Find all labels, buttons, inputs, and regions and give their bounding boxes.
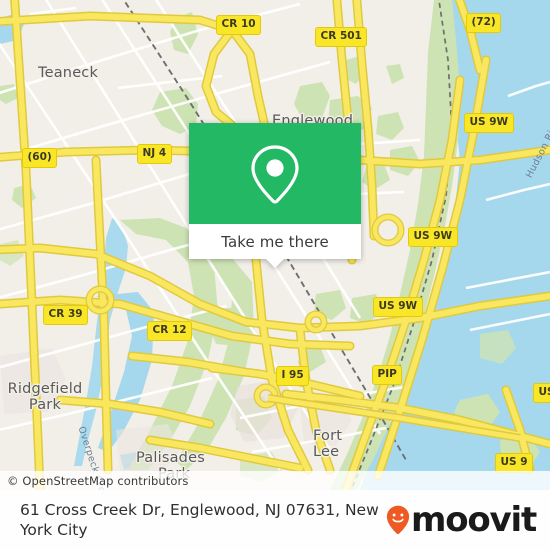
- map-pin-icon: [251, 144, 299, 204]
- road-shield-us-9w-north[interactable]: US 9W: [464, 113, 514, 133]
- take-me-there-label: Take me there: [221, 232, 329, 251]
- road-shield-us-9w-mid[interactable]: US 9W: [408, 227, 458, 247]
- moovit-pin-icon: [386, 505, 410, 535]
- road-shield-pip[interactable]: PIP: [372, 365, 403, 385]
- map-canvas[interactable]: Teaneck Englewood Ridgefield Park Palisa…: [0, 0, 550, 490]
- take-me-there-button[interactable]: Take me there: [189, 224, 361, 268]
- road-shield-i-95[interactable]: I 95: [276, 366, 310, 386]
- openstreetmap-attribution-text[interactable]: © OpenStreetMap contributors: [7, 474, 188, 488]
- road-shield-60[interactable]: (60): [22, 148, 58, 168]
- popup-card-tail: [266, 259, 284, 268]
- road-shield-nj-4[interactable]: NJ 4: [137, 144, 172, 164]
- destination-popup-card[interactable]: Take me there: [189, 123, 361, 268]
- moovit-map-page: Teaneck Englewood Ridgefield Park Palisa…: [0, 0, 550, 550]
- road-shield-us-9w-south[interactable]: US 9W: [373, 297, 423, 317]
- road-shield-cr-12[interactable]: CR 12: [147, 321, 193, 341]
- road-shield-us-9[interactable]: US 9: [495, 453, 534, 473]
- address-text: 61 Cross Creek Dr, Englewood, NJ 07631, …: [20, 500, 379, 539]
- popup-card-header: [189, 123, 361, 224]
- road-shield-cr-39[interactable]: CR 39: [43, 305, 89, 325]
- bottom-info-bar: 61 Cross Creek Dr, Englewood, NJ 07631, …: [0, 490, 550, 550]
- road-shield-us-edge[interactable]: US: [533, 383, 550, 403]
- road-shield-cr-10[interactable]: CR 10: [216, 15, 262, 35]
- moovit-logo[interactable]: moovit: [386, 500, 537, 540]
- road-shield-cr-501[interactable]: CR 501: [315, 27, 368, 47]
- road-shield-72[interactable]: (72): [466, 13, 502, 33]
- moovit-wordmark: moovit: [410, 500, 537, 540]
- map-attribution-bar: © OpenStreetMap contributors: [0, 471, 550, 490]
